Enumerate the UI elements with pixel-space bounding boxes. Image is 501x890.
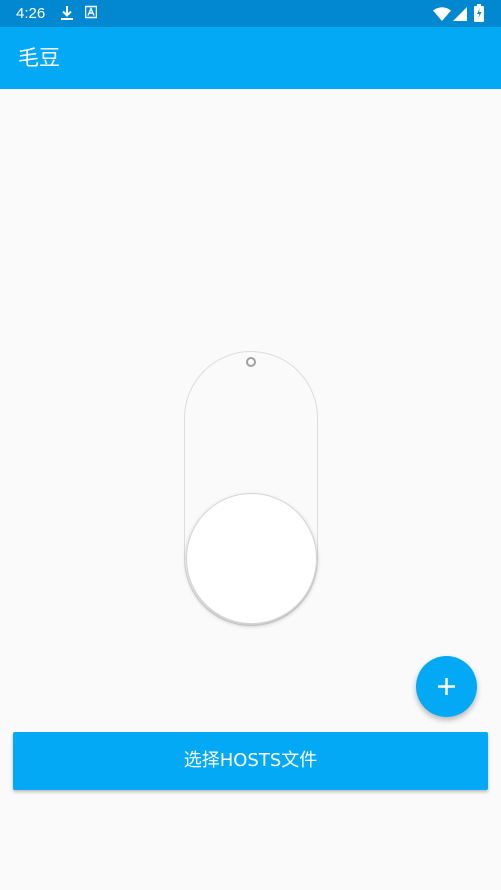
status-time: 4:26 — [16, 5, 46, 22]
download-icon — [60, 5, 74, 25]
signal-icon — [453, 6, 467, 25]
app-bar: 毛豆 — [0, 27, 501, 89]
battery-icon — [474, 4, 484, 26]
add-fab-button[interactable] — [416, 656, 477, 717]
switch-knob[interactable] — [186, 493, 317, 624]
a-badge-icon — [84, 5, 98, 24]
wifi-icon — [433, 6, 451, 25]
status-bar: 4:26 — [0, 0, 501, 27]
switch-indicator-hole — [246, 357, 256, 367]
select-hosts-file-button[interactable]: 选择HOSTS文件 — [13, 732, 488, 790]
app-title: 毛豆 — [18, 46, 60, 70]
plus-icon — [438, 678, 455, 695]
